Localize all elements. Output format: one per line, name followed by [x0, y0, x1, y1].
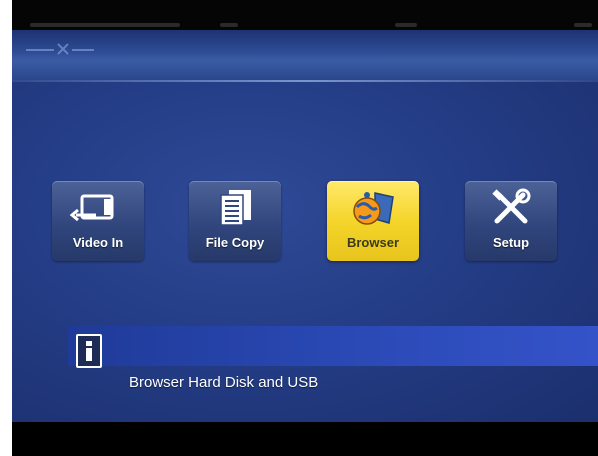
video-in-icon	[69, 194, 114, 222]
browser-globe-icon	[353, 192, 394, 225]
info-bar	[68, 326, 598, 366]
menu-item-file-copy[interactable]: File Copy	[189, 181, 281, 261]
header-band	[12, 30, 598, 80]
header-decoration	[26, 43, 94, 55]
menu-item-setup[interactable]: Setup	[465, 181, 557, 261]
file-copy-icon	[220, 190, 251, 226]
bottom-letterbox	[12, 422, 598, 456]
header-divider	[12, 80, 598, 82]
menu-item-label: Browser	[346, 235, 400, 250]
menu-item-browser[interactable]: Browser	[327, 181, 419, 261]
info-description: Browser Hard Disk and USB	[129, 374, 319, 391]
tv-screen: Video In File Copy Browser Setup Browser…	[12, 0, 598, 456]
info-icon	[76, 334, 102, 368]
top-letterbox	[12, 0, 598, 30]
setup-tools-icon	[492, 188, 531, 224]
menu-item-label: Video In	[72, 235, 124, 250]
menu-item-video-in[interactable]: Video In	[52, 181, 144, 261]
menu-item-label: Setup	[492, 235, 530, 250]
menu-item-label: File Copy	[205, 235, 265, 250]
